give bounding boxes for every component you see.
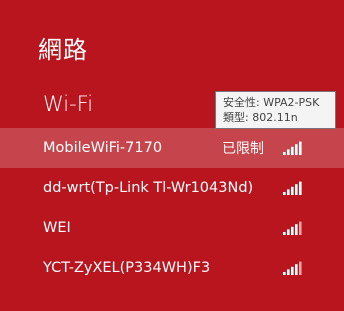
network-item-mobilewifi-7170[interactable]: MobileWiFi-7170 已限制 [0,128,344,168]
signal-bar [283,152,286,155]
signal-bar [295,184,298,195]
signal-bar [299,221,302,235]
signal-bar [299,181,302,195]
network-name: WEI [43,220,71,236]
signal-bar [287,269,290,275]
signal-bar [295,264,298,275]
panel-title: 網路 [38,36,88,64]
signal-bar [299,141,302,155]
wifi-signal-icon [283,181,302,195]
signal-bar [291,266,294,275]
signal-bar [299,261,302,275]
network-item-yct-zyxel[interactable]: YCT-ZyXEL(P334WH)F3 [0,248,344,288]
signal-bar [287,229,290,235]
tooltip-type: 類型: 802.11n [223,111,298,124]
network-item-dd-wrt[interactable]: dd-wrt(Tp-Link Tl-Wr1043Nd) [0,168,344,208]
network-name: dd-wrt(Tp-Link Tl-Wr1043Nd) [43,180,254,196]
signal-bar [295,144,298,155]
signal-bar [283,272,286,275]
wifi-signal-icon [283,261,302,275]
signal-bar [283,232,286,235]
network-flyout: 網路 Wi-Fi MobileWiFi-7170 已限制 dd-wrt(Tp-L… [0,0,344,311]
tooltip-security: 安全性: WPA2-PSK [223,96,320,109]
wifi-signal-icon [283,141,302,155]
wifi-section-label: Wi-Fi [43,92,94,116]
network-name: YCT-ZyXEL(P334WH)F3 [43,260,211,276]
signal-bar [295,224,298,235]
signal-bar [291,186,294,195]
wifi-signal-icon [283,221,302,235]
signal-bar [287,149,290,155]
signal-bar [291,226,294,235]
signal-bar [283,192,286,195]
network-name: MobileWiFi-7170 [43,140,163,156]
network-tooltip: 安全性: WPA2-PSK 類型: 802.11n [215,91,336,129]
signal-bar [291,146,294,155]
signal-bar [287,189,290,195]
network-status: 已限制 [222,141,264,157]
network-item-wei[interactable]: WEI [0,208,344,248]
